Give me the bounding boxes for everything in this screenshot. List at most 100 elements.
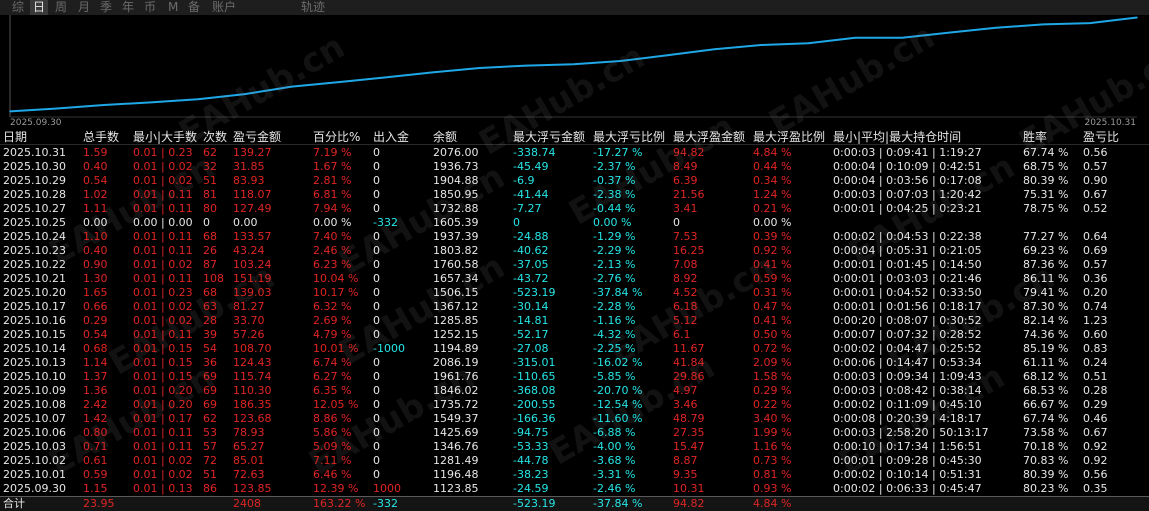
cell-date: 2025.10.28	[3, 188, 66, 201]
tab-5[interactable]: 年	[122, 0, 134, 15]
equity-point-11	[525, 64, 528, 67]
cell-max-float-profit: 41.84	[673, 356, 705, 369]
cell-pnl: 65.27	[233, 440, 265, 453]
cell-min-max-lots: 0.01 | 0.11	[133, 188, 193, 201]
header-hold-time[interactable]: 最小|平均|最大持仓时间	[833, 130, 961, 144]
table-row[interactable]: 2025.10.16 0.29 0.01 | 0.02 28 33.70 2.69 % 0 1…	[0, 314, 1149, 328]
tab-7[interactable]: M	[168, 0, 178, 15]
equity-point-19	[901, 37, 904, 39]
cell-min-max-lots: 0.01 | 0.11	[133, 244, 193, 257]
header-count[interactable]: 次数	[203, 130, 227, 144]
cell-max-float-loss: -523.19	[513, 286, 556, 299]
table-row[interactable]: 2025.10.01 0.59 0.01 | 0.02 51 72.63 6.46 % 0 1…	[0, 468, 1149, 482]
tab-4[interactable]: 季	[100, 0, 112, 15]
cell-max-float-profit-pct: 0.92 %	[753, 244, 792, 257]
cell-pnl: 78.93	[233, 426, 265, 439]
tab-10[interactable]: 轨迹	[301, 0, 325, 15]
table-row[interactable]: 2025.10.21 1.30 0.01 | 0.11 108 151.19 10.04 …	[0, 272, 1149, 286]
cell-count: 69	[203, 398, 217, 411]
cell-pl-ratio: 0.46	[1083, 412, 1108, 425]
table-row[interactable]: 2025.10.08 2.42 0.01 | 0.20 69 186.35 12.05 %…	[0, 398, 1149, 412]
table-row[interactable]: 2025.10.09 1.36 0.01 | 0.20 69 110.30 6.35 % 0…	[0, 384, 1149, 398]
cell-hold-time: 0:00:02 | 0:11:09 | 0:45:10	[833, 398, 982, 411]
table-row[interactable]: 2025.10.06 0.80 0.01 | 0.11 53 78.93 5.86 % 0 1…	[0, 426, 1149, 440]
tab-8[interactable]: 备	[188, 0, 200, 15]
tab-0[interactable]: 综	[12, 0, 24, 15]
cell-balance: 1735.72	[433, 398, 479, 411]
table-row[interactable]: 2025.10.17 0.66 0.01 | 0.02 63 81.27 6.32 % 0 1…	[0, 300, 1149, 314]
table-row[interactable]: 2025.10.30 0.40 0.01 | 0.02 32 31.85 1.67 % 0 1…	[0, 160, 1149, 174]
table-row[interactable]: 2025.10.13 1.14 0.01 | 0.15 36 124.43 6.74 % 0…	[0, 356, 1149, 370]
header-min-max-lots[interactable]: 最小|大手数	[133, 130, 197, 144]
header-date[interactable]: 日期	[3, 130, 27, 144]
tab-1[interactable]: 日	[30, 0, 49, 15]
cell-pl-ratio: 0.90	[1083, 174, 1108, 187]
header-percent[interactable]: 百分比%	[313, 130, 360, 144]
cell-max-float-loss-pct: -2.37 %	[593, 160, 636, 173]
header-max-float-profit[interactable]: 最大浮盈金额	[673, 130, 745, 144]
table-row[interactable]: 2025.10.25 0.00 0.00 | 0.00 0 0.00 0.00 % -332…	[0, 216, 1149, 230]
header-win-rate[interactable]: 胜率	[1023, 130, 1047, 144]
cell-max-float-loss: -45.49	[513, 160, 549, 173]
table-row[interactable]: 2025.10.03 0.71 0.01 | 0.11 57 65.27 5.09 % 0 1…	[0, 440, 1149, 454]
cell-win-rate: 68.75 %	[1023, 160, 1069, 173]
header-max-float-profit-pct[interactable]: 最大浮盈比例	[753, 130, 825, 144]
header-pnl[interactable]: 盈亏金额	[233, 130, 281, 144]
table-row[interactable]: 2025.10.20 1.65 0.01 | 0.23 68 139.03 10.17 %…	[0, 286, 1149, 300]
table-row[interactable]: 2025.10.07 1.42 0.01 | 0.17 62 123.68 8.86 % 0…	[0, 412, 1149, 426]
header-total-lots[interactable]: 总手数	[83, 130, 119, 144]
cell-min-max-lots: 0.01 | 0.15	[133, 356, 193, 369]
table-row[interactable]: 2025.10.29 0.54 0.01 | 0.02 51 83.93 2.81 % 0 1…	[0, 174, 1149, 188]
cell-date: 2025.10.24	[3, 230, 66, 243]
cell-hold-time: 0:00:02 | 0:06:33 | 0:45:47	[833, 482, 982, 495]
cell-min-max-lots: 0.01 | 0.02	[133, 300, 193, 313]
header-max-float-loss[interactable]: 最大浮亏金额	[513, 130, 585, 144]
table-row[interactable]: 2025.09.30 1.15 0.01 | 0.13 86 123.85 12.39 %…	[0, 482, 1149, 496]
cell-total-lots: 0.80	[83, 426, 108, 439]
table-row[interactable]: 2025.10.23 0.40 0.01 | 0.11 26 43.24 2.46 % 0 1…	[0, 244, 1149, 258]
cell-total-lots: 0.40	[83, 160, 108, 173]
cell-min-max-lots: 0.01 | 0.23	[133, 286, 193, 299]
table-row[interactable]: 2025.10.15 0.54 0.01 | 0.11 39 57.26 4.79 % 0 1…	[0, 328, 1149, 342]
table-row[interactable]: 2025.10.10 1.37 0.01 | 0.15 69 115.74 6.27 % 0…	[0, 370, 1149, 384]
header-balance[interactable]: 余额	[433, 130, 457, 144]
cell-max-float-profit-pct: 0.21 %	[753, 202, 792, 215]
tab-3[interactable]: 月	[78, 0, 90, 15]
cell-total-lots: 1.65	[83, 286, 108, 299]
cell-pl-ratio: 0.56	[1083, 146, 1108, 159]
cell-count: 51	[203, 468, 217, 481]
cell-percent: 7.40 %	[313, 230, 352, 243]
cell-deposit: 0	[373, 258, 380, 271]
header-max-float-loss-pct[interactable]: 最大浮亏比例	[593, 130, 665, 144]
cell-hold-time: 0:00:04 | 0:10:09 | 0:42:51	[833, 160, 982, 173]
cell-balance: 1506.15	[433, 286, 479, 299]
cell-hold-time: 0:00:10 | 0:17:34 | 1:56:51	[833, 440, 982, 453]
table-row[interactable]: 2025.10.14 0.68 0.01 | 0.15 54 108.70 10.01 %…	[0, 342, 1149, 356]
table-row[interactable]: 2025.10.22 0.90 0.01 | 0.02 87 103.24 6.23 % 0…	[0, 258, 1149, 272]
cell-min-max-lots: 0.01 | 0.11	[133, 426, 193, 439]
cell-percent: 0.00 %	[313, 216, 352, 229]
cell-balance: 2086.19	[433, 356, 479, 369]
header-pl-ratio[interactable]: 盈亏比	[1083, 130, 1119, 144]
cell-max-float-profit: 16.25	[673, 244, 705, 257]
cell-max-float-loss-pct: -2.13 %	[593, 258, 636, 271]
table-row[interactable]: 2025.10.31 1.59 0.01 | 0.23 62 139.27 7.19 % 0…	[0, 146, 1149, 160]
header-deposit[interactable]: 出入金	[373, 130, 409, 144]
tab-6[interactable]: 币	[144, 0, 156, 15]
table-row[interactable]: 2025.10.27 1.11 0.01 | 0.11 80 127.49 7.94 % 0…	[0, 202, 1149, 216]
cell-balance: 1549.37	[433, 412, 479, 425]
cell-total-lots: 1.11	[83, 202, 108, 215]
tab-9[interactable]: 账户	[212, 0, 236, 15]
table-row[interactable]: 2025.10.02 0.61 0.01 | 0.02 72 85.01 7.11 % 0 1…	[0, 454, 1149, 468]
equity-point-5	[243, 93, 246, 95]
cell-count: 80	[203, 202, 217, 215]
table-row[interactable]: 2025.10.24 1.10 0.01 | 0.11 68 133.57 7.40 % 0…	[0, 230, 1149, 244]
cell-balance: 1123.85	[433, 482, 479, 495]
table-row[interactable]: 2025.10.28 1.02 0.01 | 0.11 81 118.07 6.81 % 0…	[0, 188, 1149, 202]
cell-balance: 1760.58	[433, 258, 479, 271]
cell-deposit: 0	[373, 272, 380, 285]
cell-date: 2025.09.30	[3, 482, 66, 495]
tab-2[interactable]: 周	[55, 0, 67, 15]
cell-max-float-loss-pct: -2.25 %	[593, 342, 636, 355]
cell-max-float-loss-pct: -2.29 %	[593, 244, 636, 257]
